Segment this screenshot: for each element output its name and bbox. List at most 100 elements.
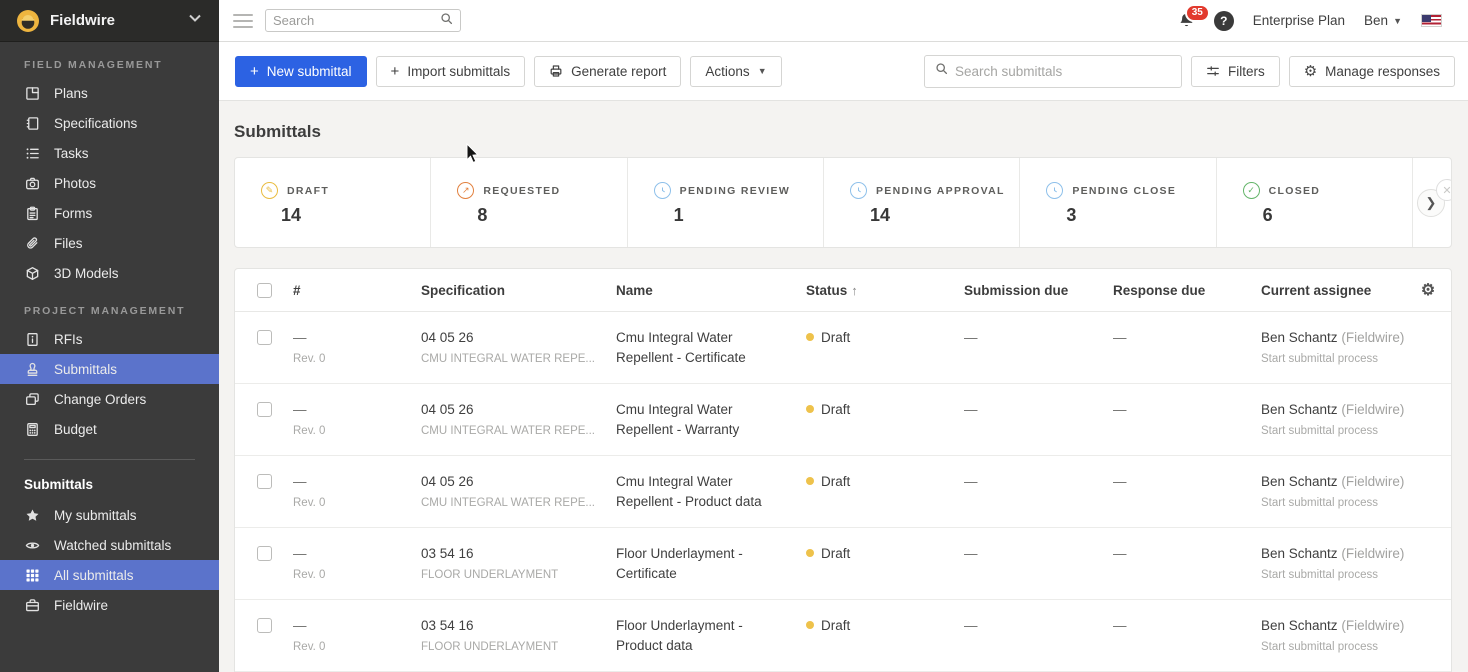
hamburger-menu-icon[interactable] (233, 14, 253, 28)
sidebar-item-budget[interactable]: Budget (0, 414, 219, 444)
status-card-closed[interactable]: ✓CLOSED 6 (1217, 158, 1413, 247)
status-card-pending-review[interactable]: PENDING REVIEW 1 (628, 158, 824, 247)
filters-button[interactable]: Filters (1191, 56, 1280, 87)
table-row[interactable]: —Rev. 0 04 05 26CMU INTEGRAL WATER REPE.… (235, 384, 1451, 456)
book-icon (24, 115, 40, 131)
row-submission-due-cell: — (964, 528, 1113, 564)
table-row[interactable]: —Rev. 0 04 05 26CMU INTEGRAL WATER REPE.… (235, 456, 1451, 528)
sidebar-item-files[interactable]: Files (0, 228, 219, 258)
row-spec-cell: 04 05 26CMU INTEGRAL WATER REPE... (421, 312, 616, 366)
status-cards-nav: ❯ ✕ (1413, 158, 1451, 247)
sidebar-item-specifications[interactable]: Specifications (0, 108, 219, 138)
column-header-number[interactable]: # (293, 283, 421, 298)
sidebar-item-3d-models[interactable]: 3D Models (0, 258, 219, 288)
status-count: 1 (674, 205, 823, 226)
sidebar-header[interactable]: Fieldwire (0, 0, 219, 42)
sidebar-item-my-submittals[interactable]: My submittals (0, 500, 219, 530)
row-response-due-cell: — (1113, 600, 1261, 636)
row-status-cell: Draft (806, 528, 964, 564)
clock-icon (654, 182, 671, 199)
language-flag-icon[interactable] (1421, 14, 1442, 27)
column-header-name[interactable]: Name (616, 283, 806, 298)
gear-icon: ⚙ (1304, 64, 1317, 79)
section-label-field-management: FIELD MANAGEMENT (0, 42, 219, 78)
row-assignee-cell: Ben Schantz (Fieldwire)Start submittal p… (1261, 384, 1405, 438)
close-icon[interactable]: ✕ (1436, 179, 1452, 201)
column-header-submission-due[interactable]: Submission due (964, 283, 1113, 298)
row-number-cell: —Rev. 0 (293, 456, 421, 510)
plus-icon: + (250, 63, 259, 80)
chevron-down-icon: ▼ (758, 66, 767, 76)
chevron-down-icon[interactable] (187, 10, 203, 31)
sidebar-item-change-orders[interactable]: Change Orders (0, 384, 219, 414)
manage-responses-button[interactable]: ⚙Manage responses (1289, 56, 1455, 87)
status-dot (806, 333, 814, 341)
import-submittals-button[interactable]: +Import submittals (376, 56, 526, 87)
row-number-cell: —Rev. 0 (293, 312, 421, 366)
column-header-status[interactable]: Status↑ (806, 283, 964, 298)
briefcase-icon (24, 597, 40, 613)
row-response-due-cell: — (1113, 312, 1261, 348)
row-status-cell: Draft (806, 312, 964, 348)
row-spec-cell: 04 05 26CMU INTEGRAL WATER REPE... (421, 456, 616, 510)
row-response-due-cell: — (1113, 384, 1261, 420)
list-icon (24, 145, 40, 161)
sidebar-item-tasks[interactable]: Tasks (0, 138, 219, 168)
plan-label[interactable]: Enterprise Plan (1253, 13, 1345, 28)
table-row[interactable]: —Rev. 0 03 54 16FLOOR UNDERLAYMENT Floor… (235, 600, 1451, 672)
sidebar-item-all-submittals[interactable]: All submittals (0, 560, 219, 590)
row-checkbox[interactable] (257, 330, 272, 345)
clock-icon (1046, 182, 1063, 199)
table-row[interactable]: —Rev. 0 04 05 26CMU INTEGRAL WATER REPE.… (235, 312, 1451, 384)
row-checkbox[interactable] (257, 474, 272, 489)
plus-icon: + (391, 63, 400, 80)
table-row[interactable]: —Rev. 0 03 54 16FLOOR UNDERLAYMENT Floor… (235, 528, 1451, 600)
sidebar-item-photos[interactable]: Photos (0, 168, 219, 198)
new-submittal-button[interactable]: +New submittal (235, 56, 367, 87)
stamp-icon (24, 361, 40, 377)
grid-icon (24, 567, 40, 583)
status-card-pending-approval[interactable]: PENDING APPROVAL 14 (824, 158, 1020, 247)
sidebar-item-plans[interactable]: Plans (0, 78, 219, 108)
row-checkbox[interactable] (257, 546, 272, 561)
row-submission-due-cell: — (964, 312, 1113, 348)
sidebar-item-forms[interactable]: Forms (0, 198, 219, 228)
global-search[interactable] (265, 9, 461, 32)
column-header-response-due[interactable]: Response due (1113, 283, 1261, 298)
status-card-pending-close[interactable]: PENDING CLOSE 3 (1020, 158, 1216, 247)
generate-report-button[interactable]: Generate report (534, 56, 681, 87)
row-status-cell: Draft (806, 600, 964, 636)
submittals-search-input[interactable] (955, 64, 1171, 79)
row-name-cell: Cmu Integral Water Repellent - Product d… (616, 456, 806, 512)
row-assignee-cell: Ben Schantz (Fieldwire)Start submittal p… (1261, 312, 1405, 366)
column-header-current-assignee[interactable]: Current assignee (1261, 283, 1405, 298)
column-settings-gear-icon[interactable]: ⚙ (1405, 280, 1451, 300)
sidebar-item-watched-submittals[interactable]: Watched submittals (0, 530, 219, 560)
row-checkbox[interactable] (257, 618, 272, 633)
sidebar-item-fieldwire[interactable]: Fieldwire (0, 590, 219, 620)
topbar: 35 ? Enterprise Plan Ben▼ (219, 0, 1468, 42)
status-card-requested[interactable]: ↗REQUESTED 8 (431, 158, 627, 247)
sidebar-item-rfis[interactable]: RFIs (0, 324, 219, 354)
section-label-project-management: PROJECT MANAGEMENT (0, 288, 219, 324)
brand-name: Fieldwire (50, 12, 187, 29)
sidebar: Fieldwire FIELD MANAGEMENT Plans Specifi… (0, 0, 219, 672)
help-icon[interactable]: ? (1214, 11, 1234, 31)
main-content: Submittals ✎DRAFT 14 ↗REQUESTED 8 PENDIN… (219, 101, 1468, 672)
status-count: 14 (870, 205, 1019, 226)
submittals-search[interactable] (924, 55, 1182, 88)
submittals-table: # Specification Name Status↑ Submission … (234, 268, 1452, 672)
change-orders-icon (24, 391, 40, 407)
actions-menu-button[interactable]: Actions▼ (690, 56, 781, 87)
notifications-bell-icon[interactable]: 35 (1178, 12, 1195, 29)
user-menu[interactable]: Ben▼ (1364, 13, 1402, 28)
sidebar-item-submittals[interactable]: Submittals (0, 354, 219, 384)
status-dot (806, 621, 814, 629)
row-checkbox[interactable] (257, 402, 272, 417)
select-all-checkbox[interactable] (257, 283, 272, 298)
document-icon (24, 331, 40, 347)
column-header-specification[interactable]: Specification (421, 283, 616, 298)
status-card-draft[interactable]: ✎DRAFT 14 (235, 158, 431, 247)
row-assignee-cell: Ben Schantz (Fieldwire)Start submittal p… (1261, 456, 1405, 510)
global-search-input[interactable] (273, 13, 440, 28)
